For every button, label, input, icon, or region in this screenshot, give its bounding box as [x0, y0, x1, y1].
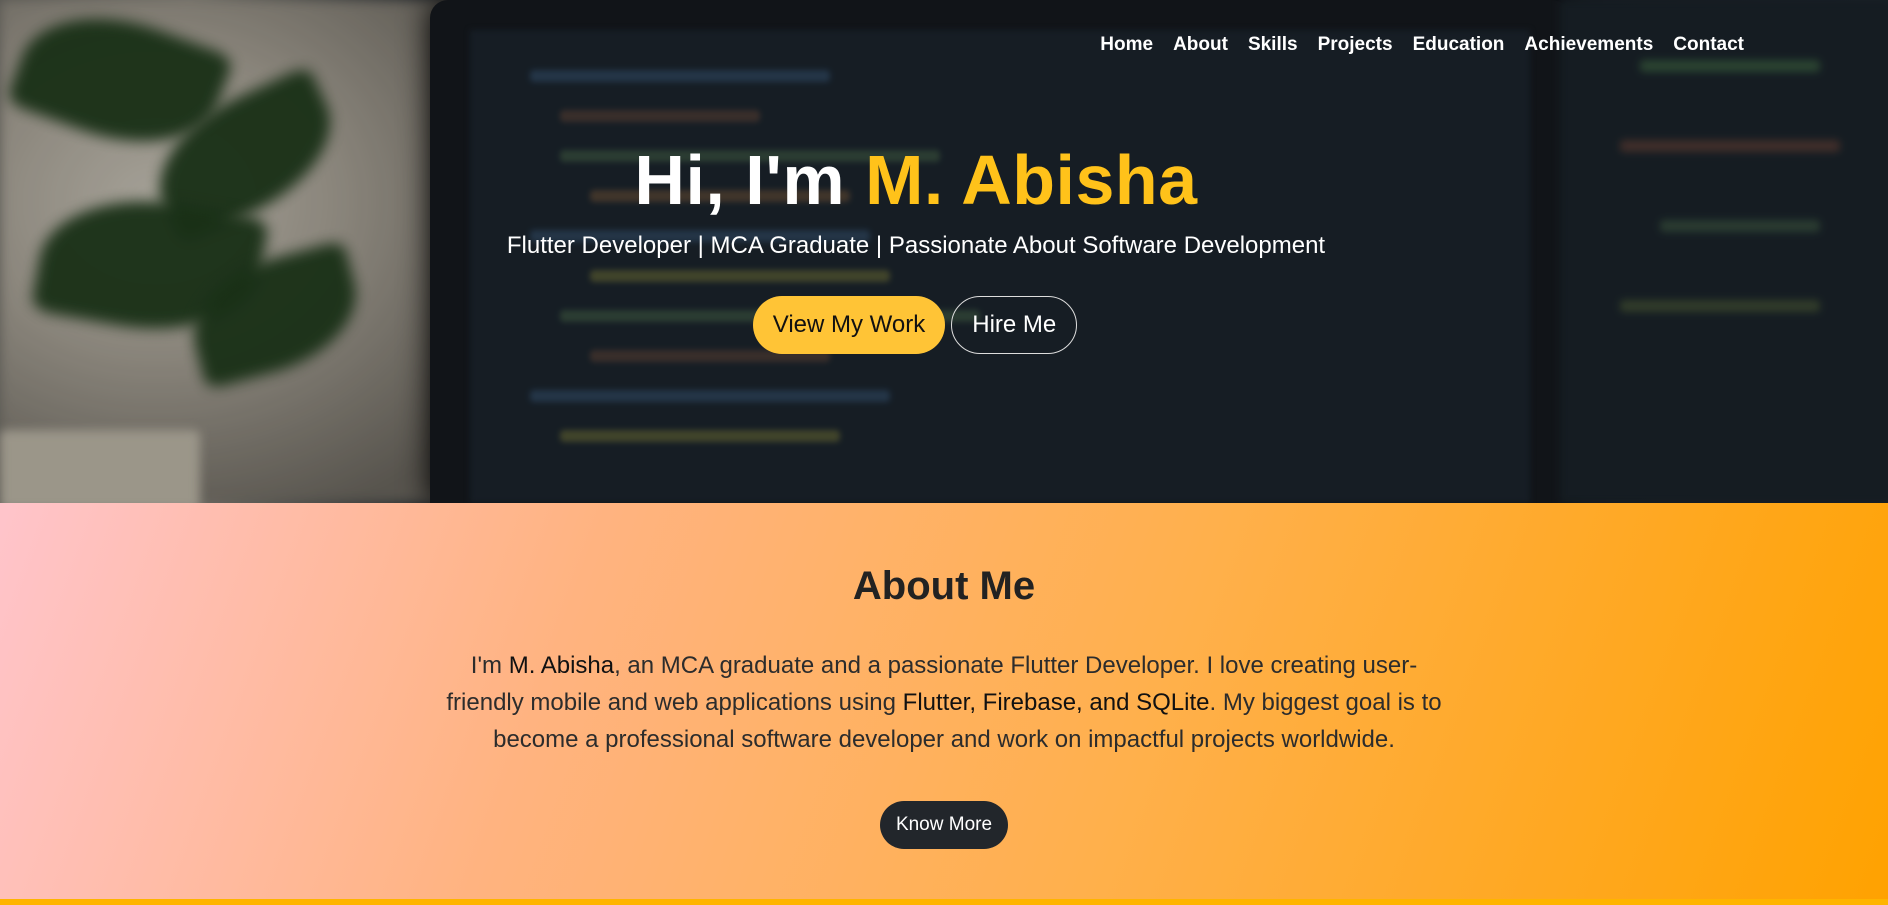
nav-skills[interactable]: Skills — [1248, 34, 1298, 56]
nav-education[interactable]: Education — [1413, 34, 1505, 56]
hero-title: Hi, I'm M. Abisha — [0, 140, 1888, 220]
about-name: M. Abisha — [508, 652, 615, 679]
about-text: I'm M. Abisha, an MCA graduate and a pas… — [444, 647, 1444, 758]
hero-name: M. Abisha — [865, 141, 1198, 219]
hero-buttons: View My Work Hire Me — [0, 296, 1888, 354]
about-tech-stack: Flutter, Firebase, and SQLite — [902, 689, 1210, 716]
nav-projects[interactable]: Projects — [1318, 34, 1393, 56]
hero-greeting: Hi, I'm — [634, 141, 866, 219]
nav-about[interactable]: About — [1173, 34, 1228, 56]
know-more-button[interactable]: Know More — [879, 801, 1009, 849]
hire-me-button[interactable]: Hire Me — [951, 296, 1078, 354]
nav-achievements[interactable]: Achievements — [1524, 34, 1653, 56]
hero-subtitle: Flutter Developer | MCA Graduate | Passi… — [506, 232, 1326, 259]
about-text-part: I'm — [470, 652, 509, 679]
hero-content: Hi, I'm M. Abisha Flutter Developer | MC… — [0, 140, 1888, 354]
about-section: About Me I'm M. Abisha, an MCA graduate … — [0, 503, 1888, 905]
about-heading: About Me — [852, 564, 1036, 608]
hero-section: Home About Skills Projects Education Ach… — [0, 0, 1888, 503]
top-navigation: Home About Skills Projects Education Ach… — [1100, 34, 1744, 56]
view-my-work-button[interactable]: View My Work — [752, 296, 946, 354]
nav-contact[interactable]: Contact — [1673, 34, 1744, 56]
section-divider — [0, 899, 1888, 905]
nav-home[interactable]: Home — [1100, 34, 1153, 56]
